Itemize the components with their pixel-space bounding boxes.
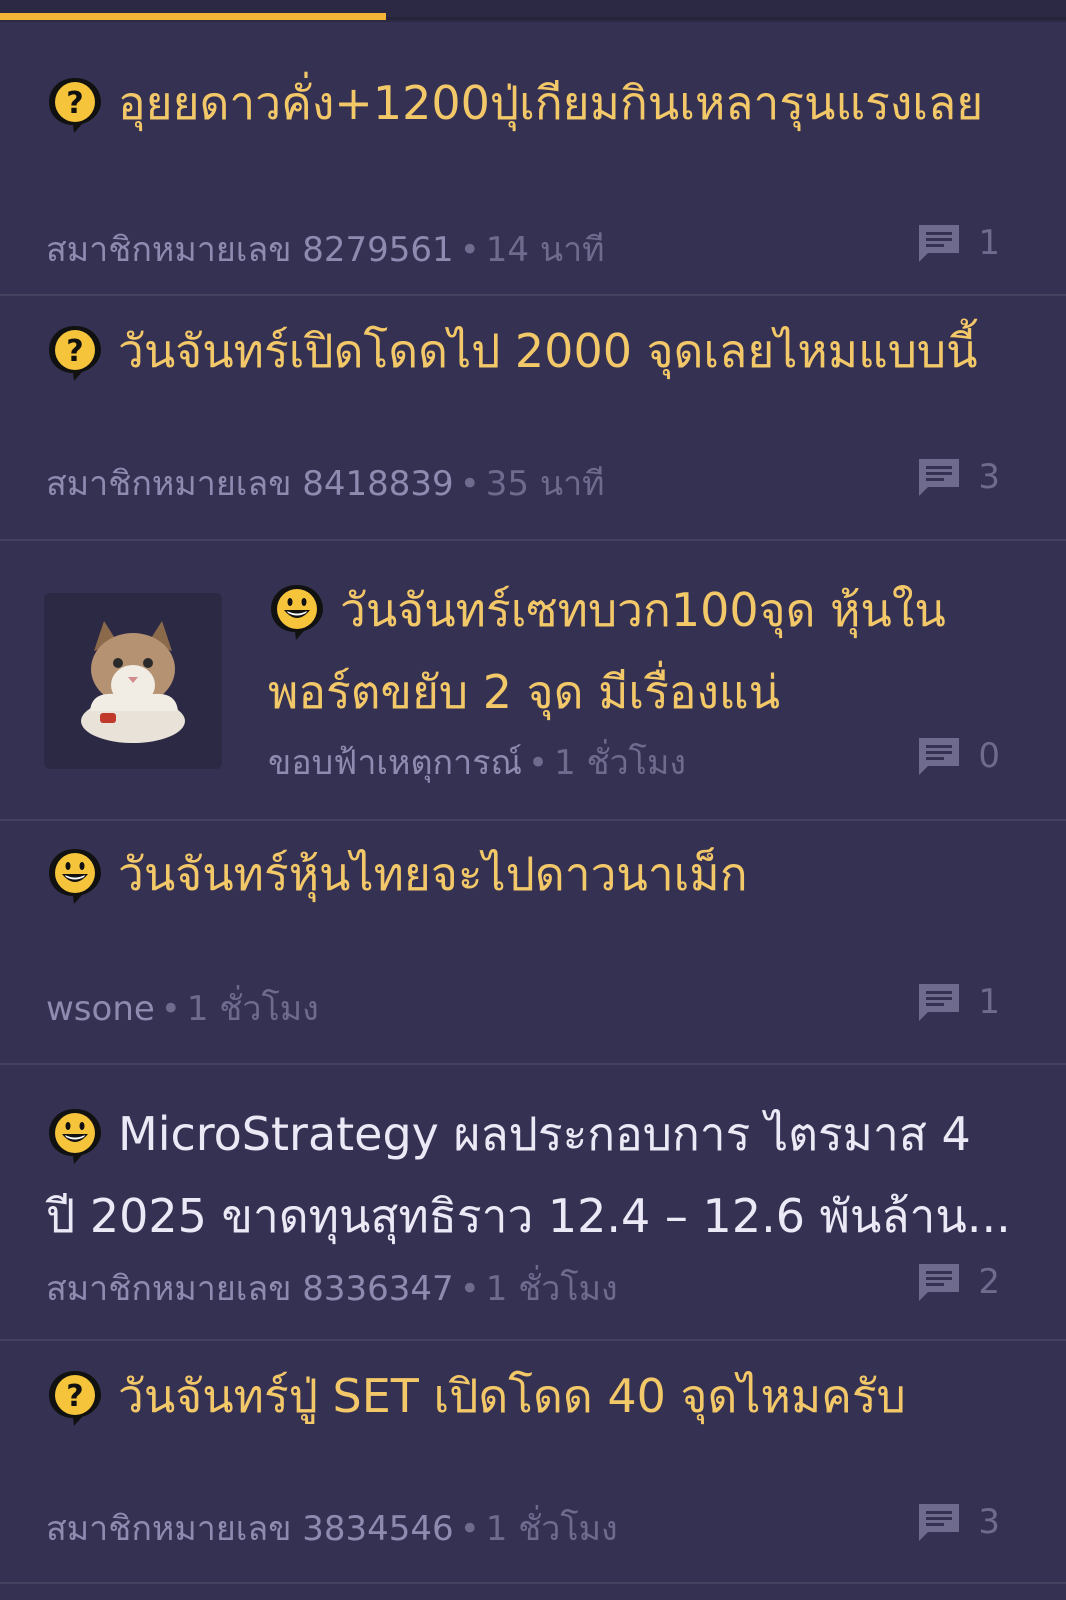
question-bubble-icon: ? (49, 326, 101, 381)
comment-count: 0 (916, 735, 1000, 777)
comment-count: 1 (916, 981, 1000, 1023)
comment-count: 3 (916, 1501, 1000, 1543)
comment-icon (919, 1504, 960, 1541)
comment-icon (919, 225, 960, 262)
topic-meta: สมาชิกหมายเลข 8279561 • 14 นาที (46, 222, 605, 276)
smile-bubble-icon (49, 1109, 101, 1164)
topic-item[interactable]: วันจันทร์หุ้นไทยจะไปดาวนาเม็ก wsone • 1 ชั… (0, 821, 1066, 1065)
topic-item[interactable]: ? อุยยดาวคั่ง+1200ปุ่เกียมกินเหลารุนแรงเ… (0, 22, 1066, 296)
post-time: 35 นาที (485, 464, 605, 504)
svg-text:?: ? (66, 334, 83, 369)
author-name[interactable]: สมาชิกหมายเลข 8336347 (46, 1269, 454, 1309)
topic-title[interactable]: ? อุยยดาวคั่ง+1200ปุ่เกียมกินเหลารุนแรงเ… (46, 62, 1004, 144)
comment-count: 3 (916, 456, 1000, 498)
svg-text:?: ? (66, 1379, 83, 1414)
topic-title[interactable]: MicroStrategy ผลประกอบการ ไตรมาส 4 ปี 20… (46, 1093, 1011, 1257)
question-bubble-icon: ? (49, 78, 101, 133)
comment-count-value: 3 (978, 1502, 1000, 1542)
question-bubble-icon: ? (49, 1371, 101, 1426)
comment-icon (919, 1264, 960, 1301)
author-name[interactable]: สมาชิกหมายเลข 8279561 (46, 230, 454, 270)
topic-thumbnail[interactable] (44, 593, 222, 769)
topic-title-line-1: MicroStrategy ผลประกอบการ ไตรมาส 4 (118, 1107, 971, 1161)
topic-item[interactable]: ? วันจันทร์ปู่ SET เปิดโดด 40 จุดไหมครับ… (0, 1341, 1066, 1584)
author-name[interactable]: สมาชิกหมายเลข 8418839 (46, 464, 454, 504)
meta-separator: • (459, 230, 480, 270)
meta-separator: • (459, 1269, 480, 1309)
comment-count-value: 1 (978, 223, 1000, 263)
meta-separator: • (459, 1509, 480, 1549)
author-name[interactable]: สมาชิกหมายเลข 3834546 (46, 1509, 454, 1549)
topic-title-text: วันจันทร์เซทบวก100จุด หุ้นในพอร์ตขยับ 2 … (268, 583, 946, 719)
topic-meta: wsone • 1 ชั่วโมง (46, 981, 319, 1035)
topic-title[interactable]: ? วันจันทร์เปิดโดดไป 2000 จุดเลยไหมแบบนี… (46, 310, 1004, 392)
tab-indicator-bar (0, 0, 1066, 22)
topic-item[interactable]: MicroStrategy ผลประกอบการ ไตรมาส 4 ปี 20… (0, 1065, 1066, 1341)
topic-item[interactable]: วันจันทร์เซทบวก100จุด หุ้นในพอร์ตขยับ 2 … (0, 541, 1066, 821)
comment-icon (919, 738, 960, 775)
topic-title-text: วันจันทร์ปู่ SET เปิดโดด 40 จุดไหมครับ (118, 1369, 906, 1423)
topic-title-text: อุยยดาวคั่ง+1200ปุ่เกียมกินเหลารุนแรงเลย (118, 76, 984, 130)
topic-meta: สมาชิกหมายเลข 8336347 • 1 ชั่วโมง (46, 1261, 618, 1315)
topic-title-text: วันจันทร์หุ้นไทยจะไปดาวนาเม็ก (118, 847, 748, 901)
post-time: 1 ชั่วโมง (485, 1269, 618, 1309)
author-name[interactable]: ขอบฟ้าเหตุการณ์ (268, 743, 522, 783)
comment-count: 1 (916, 222, 1000, 264)
comment-icon (919, 459, 960, 496)
topic-meta: ขอบฟ้าเหตุการณ์ • 1 ชั่วโมง (268, 735, 686, 789)
post-time: 1 ชั่วโมง (186, 989, 319, 1029)
post-time: 1 ชั่วโมง (485, 1509, 618, 1549)
topic-item[interactable]: ? วันจันทร์เปิดโดดไป 2000 จุดเลยไหมแบบนี… (0, 296, 1066, 541)
comment-count-value: 1 (978, 982, 1000, 1022)
post-time: 1 ชั่วโมง (554, 743, 686, 783)
topic-title-text: วันจันทร์เปิดโดดไป 2000 จุดเลยไหมแบบนี้ (118, 324, 978, 378)
post-time: 14 นาที (485, 230, 605, 270)
smile-bubble-icon (271, 585, 323, 640)
comment-icon (919, 984, 960, 1021)
smile-bubble-icon (49, 849, 101, 904)
topic-title[interactable]: วันจันทร์เซทบวก100จุด หุ้นในพอร์ตขยับ 2 … (268, 569, 1004, 733)
comment-count-value: 3 (978, 457, 1000, 497)
comment-count-value: 0 (978, 736, 1000, 776)
meta-separator: • (459, 464, 480, 504)
topic-meta: สมาชิกหมายเลข 8418839 • 35 นาที (46, 456, 605, 510)
meta-separator: • (528, 743, 549, 783)
tab-track (386, 17, 1066, 20)
comment-count-value: 2 (978, 1262, 1000, 1302)
cat-image (81, 621, 185, 743)
svg-text:?: ? (66, 86, 83, 121)
active-tab-indicator (0, 13, 386, 20)
topic-title[interactable]: วันจันทร์หุ้นไทยจะไปดาวนาเม็ก (46, 833, 1004, 915)
topic-title-line-2: ปี 2025 ขาดทุนสุทธิราว 12.4 – 12.6 พันล้… (46, 1189, 1011, 1243)
meta-separator: • (160, 989, 181, 1029)
author-name[interactable]: wsone (46, 989, 155, 1029)
comment-count: 2 (916, 1261, 1000, 1303)
topic-meta: สมาชิกหมายเลข 3834546 • 1 ชั่วโมง (46, 1501, 618, 1555)
topic-title[interactable]: ? วันจันทร์ปู่ SET เปิดโดด 40 จุดไหมครับ (46, 1355, 1004, 1437)
